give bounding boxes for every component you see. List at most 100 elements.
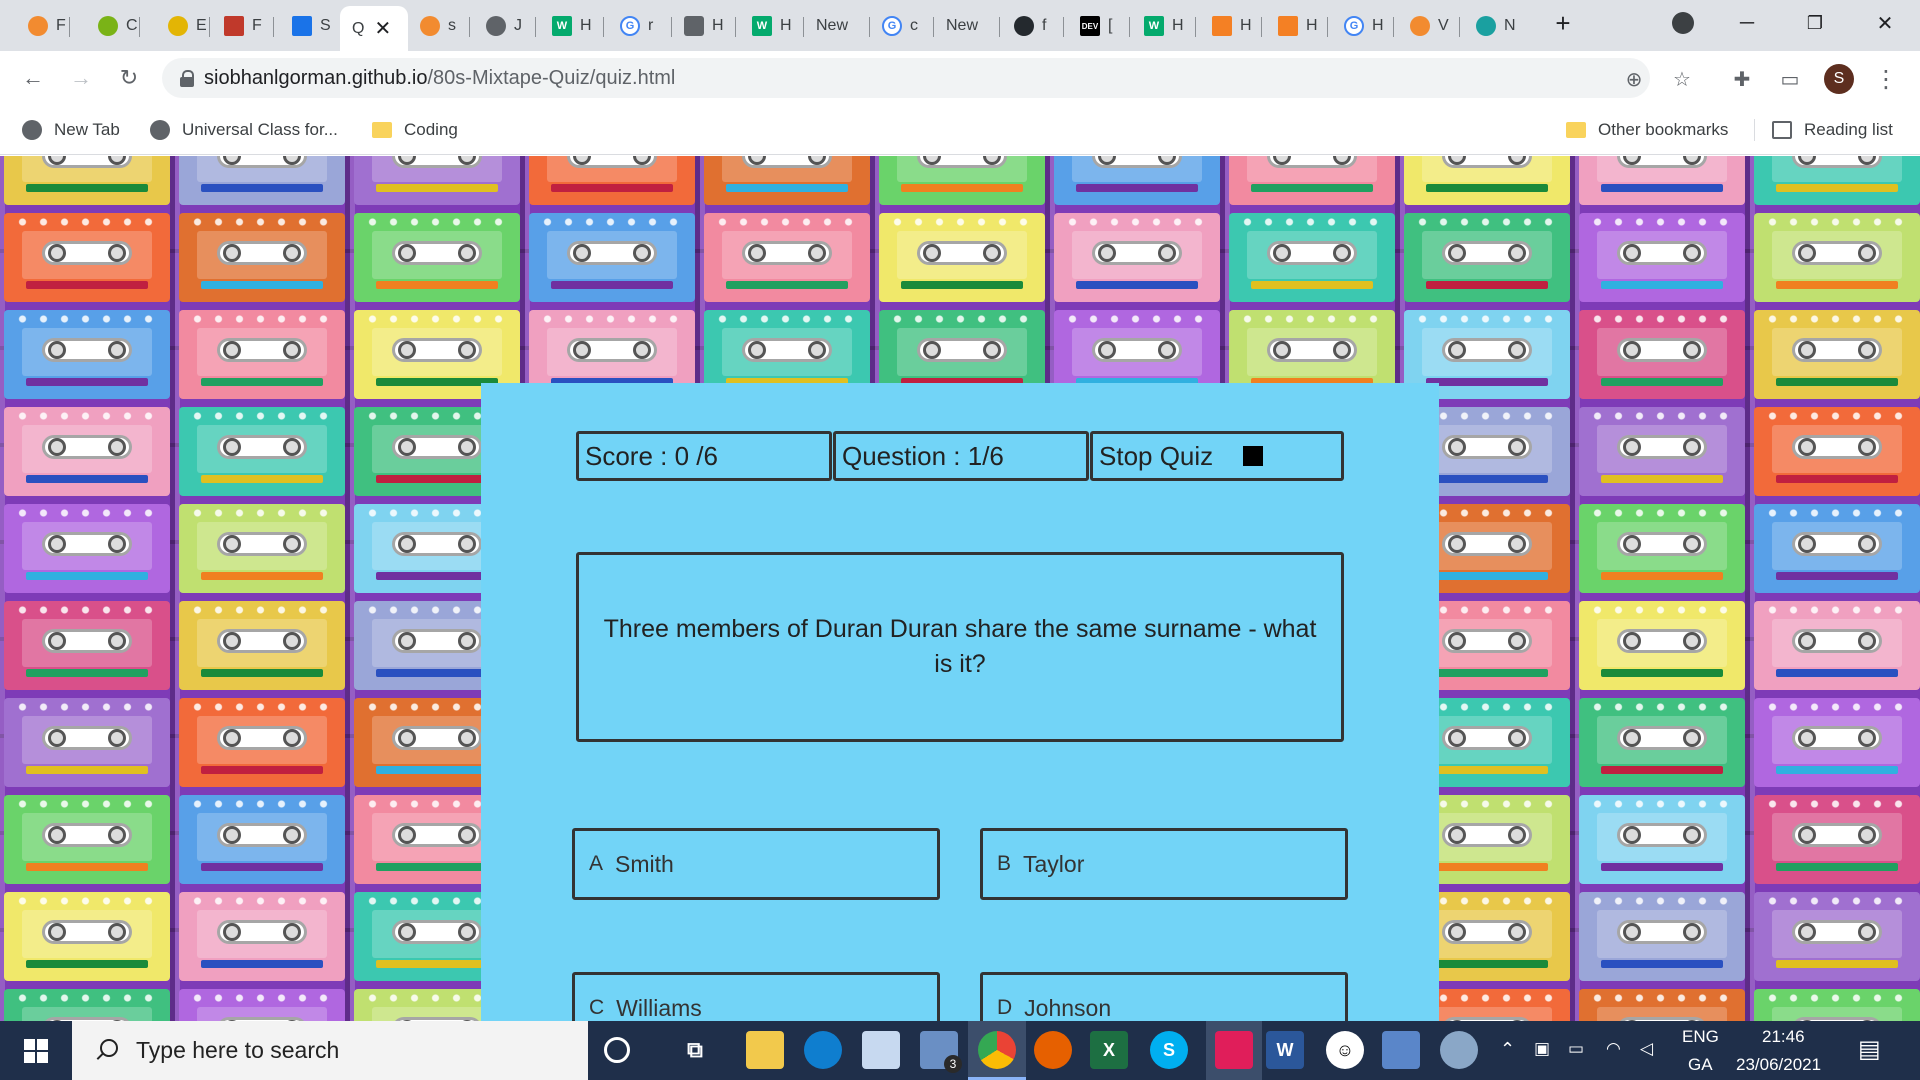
- cassette-tape: [1579, 795, 1745, 884]
- profile-avatar[interactable]: S: [1824, 64, 1854, 94]
- tab-favicon: [292, 16, 312, 36]
- cortana-icon[interactable]: [604, 1037, 630, 1063]
- tab-16[interactable]: f: [1002, 9, 1064, 43]
- file-explorer-icon[interactable]: [746, 1031, 784, 1069]
- tab-20[interactable]: H: [1266, 9, 1328, 43]
- store-icon[interactable]: [862, 1031, 900, 1069]
- skype-icon[interactable]: S: [1150, 1031, 1188, 1069]
- clock-time[interactable]: 21:46: [1762, 1027, 1805, 1047]
- bookmark-universal-class[interactable]: Universal Class for...: [150, 117, 338, 143]
- notifications-icon[interactable]: ▤: [1858, 1035, 1881, 1064]
- question-counter-box: Question : 1/6: [833, 431, 1089, 481]
- close-window-icon[interactable]: ✕: [1862, 6, 1908, 40]
- tab-8[interactable]: J: [474, 9, 536, 43]
- tray-device-icon[interactable]: ▣: [1534, 1039, 1550, 1059]
- tab-label: H: [1372, 17, 1384, 34]
- tab-17[interactable]: DEV [: [1068, 9, 1130, 43]
- firefox-icon[interactable]: [1034, 1031, 1072, 1069]
- tab-18[interactable]: WH: [1132, 9, 1196, 43]
- reading-list-icon: [1772, 121, 1792, 139]
- answer-c-button[interactable]: C Williams: [572, 972, 940, 1021]
- wifi-icon[interactable]: ◠: [1606, 1039, 1621, 1059]
- taskbar-search-input[interactable]: Type here to search: [72, 1021, 588, 1080]
- tab-7[interactable]: s: [408, 9, 470, 43]
- tab-active-quiz[interactable]: Q ✕: [340, 6, 408, 51]
- reading-list-button[interactable]: Reading list: [1772, 117, 1893, 143]
- tab-label: H: [1240, 17, 1252, 34]
- volume-icon[interactable]: ◁: [1640, 1039, 1653, 1059]
- stop-quiz-button[interactable]: Stop Quiz: [1090, 431, 1344, 481]
- tab-1[interactable]: F: [16, 9, 70, 43]
- tab-favicon: G: [1344, 16, 1364, 36]
- tab-22[interactable]: V: [1398, 9, 1460, 43]
- back-icon[interactable]: ←: [16, 61, 50, 95]
- tab-19[interactable]: H: [1200, 9, 1262, 43]
- bookmark-folder-coding[interactable]: Coding: [372, 117, 458, 143]
- tab-5[interactable]: S: [280, 9, 342, 43]
- menu-kebab-icon[interactable]: ⋮: [1872, 65, 1900, 93]
- address-bar[interactable]: siobhanlgorman.github.io/80s-Mixtape-Qui…: [162, 58, 1650, 98]
- slack-taskbar-item[interactable]: [1206, 1021, 1262, 1080]
- cassette-tape: [1054, 156, 1220, 205]
- answer-a-button[interactable]: A Smith: [572, 828, 940, 900]
- tab-label: E: [196, 17, 207, 34]
- cast-icon[interactable]: ▭: [1776, 65, 1804, 93]
- bookmark-new-tab[interactable]: New Tab: [22, 117, 120, 143]
- folder-icon: [1566, 122, 1586, 138]
- cassette-tape: [1754, 407, 1920, 496]
- stop-quiz-label: Stop Quiz: [1099, 440, 1214, 471]
- start-button[interactable]: [0, 1021, 72, 1080]
- tab-label: f: [1042, 17, 1047, 34]
- stop-icon[interactable]: [1243, 446, 1264, 466]
- word-icon[interactable]: W: [1266, 1031, 1304, 1069]
- paint-icon[interactable]: [1440, 1031, 1478, 1069]
- extensions-icon[interactable]: ✚: [1728, 65, 1756, 93]
- notepad-icon[interactable]: [1382, 1031, 1420, 1069]
- chrome-taskbar-active[interactable]: [968, 1021, 1026, 1080]
- battery-icon[interactable]: ▭: [1568, 1039, 1584, 1059]
- restore-icon[interactable]: ❐: [1792, 6, 1838, 40]
- cassette-tape: [179, 504, 345, 593]
- edge-icon[interactable]: [804, 1031, 842, 1069]
- task-view-icon[interactable]: ⧉: [676, 1031, 714, 1069]
- excel-icon[interactable]: X: [1090, 1031, 1128, 1069]
- cassette-tape: [1579, 601, 1745, 690]
- globe-icon: [150, 120, 170, 140]
- cassette-tape: [1754, 156, 1920, 205]
- minimize-icon[interactable]: ─: [1724, 6, 1770, 40]
- tab-23[interactable]: N: [1464, 9, 1526, 43]
- tab-label: H: [712, 17, 724, 34]
- tab-12[interactable]: WH: [740, 9, 804, 43]
- search-placeholder: Type here to search: [136, 1037, 340, 1063]
- tab-14[interactable]: Gc: [870, 9, 934, 43]
- tab-11[interactable]: H: [672, 9, 736, 43]
- bookmark-folder-other[interactable]: Other bookmarks: [1566, 117, 1728, 143]
- keyboard-layout[interactable]: GA: [1688, 1055, 1713, 1075]
- new-tab-button[interactable]: +: [1540, 6, 1586, 40]
- tab-favicon: [1014, 16, 1034, 36]
- bookmark-star-icon[interactable]: ☆: [1668, 65, 1696, 93]
- emoji-icon[interactable]: ☺: [1326, 1031, 1364, 1069]
- zoom-icon[interactable]: ⊕: [1620, 65, 1648, 93]
- cassette-tape: [179, 892, 345, 981]
- tab-4[interactable]: F: [212, 9, 274, 43]
- cassette-tape: [704, 156, 870, 205]
- reload-icon[interactable]: ↻: [112, 61, 146, 95]
- tab-9[interactable]: WH: [540, 9, 604, 43]
- tab-favicon: [1476, 16, 1496, 36]
- tab-15[interactable]: New: [934, 9, 1000, 43]
- tab-10[interactable]: Gr: [608, 9, 672, 43]
- cassette-tape: [1579, 407, 1745, 496]
- close-tab-icon[interactable]: ✕: [374, 16, 391, 41]
- clock-date[interactable]: 23/06/2021: [1736, 1055, 1821, 1075]
- language-indicator[interactable]: ENG: [1682, 1027, 1719, 1047]
- answer-b-button[interactable]: B Taylor: [980, 828, 1348, 900]
- tab-21[interactable]: GH: [1332, 9, 1394, 43]
- tab-2[interactable]: C: [86, 9, 140, 43]
- tray-chevron-icon[interactable]: ⌃: [1500, 1039, 1515, 1060]
- tab-13[interactable]: New: [804, 9, 870, 43]
- tab-search-icon[interactable]: [1660, 6, 1706, 40]
- tab-3[interactable]: E: [156, 9, 210, 43]
- cassette-tape: [4, 601, 170, 690]
- answer-d-button[interactable]: D Johnson: [980, 972, 1348, 1021]
